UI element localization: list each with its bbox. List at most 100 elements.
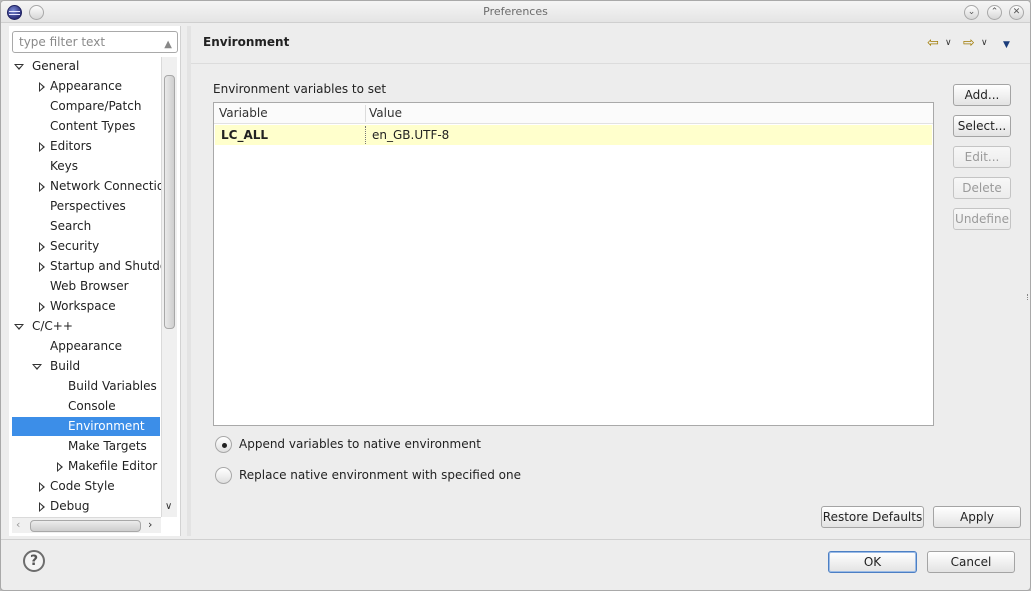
expand-icon[interactable] <box>39 82 45 92</box>
tree-item[interactable]: Make Targets <box>12 437 160 456</box>
expand-icon[interactable] <box>39 262 45 272</box>
tree-item-label: Environment <box>68 419 145 433</box>
replace-option-label: Replace native environment with specifie… <box>239 468 521 482</box>
filter-input[interactable]: type filter text ▲ <box>12 31 178 53</box>
header-separator <box>191 63 1030 64</box>
back-dropdown-icon[interactable]: ∨ <box>945 38 952 48</box>
tree-item[interactable]: Debug <box>12 497 160 516</box>
tree-item-label: Editors <box>50 139 92 153</box>
preference-tree: General Appearance Compare/Patch Content Ty… <box>9 57 161 517</box>
table-row[interactable]: LC_ALL en_GB.UTF-8 <box>215 125 932 145</box>
minimize-button[interactable]: ⌄ <box>964 5 979 20</box>
delete-button[interactable]: Delete <box>953 177 1011 199</box>
collapse-icon[interactable] <box>14 64 24 70</box>
replace-radio[interactable] <box>215 467 232 484</box>
tree-item[interactable]: Makefile Editor <box>12 457 160 476</box>
forward-arrow-icon[interactable]: ⇨ <box>963 35 975 55</box>
expand-icon[interactable] <box>39 502 45 512</box>
add-button[interactable]: Add... <box>953 84 1011 106</box>
select-button[interactable]: Select... <box>953 115 1011 137</box>
tree-item[interactable]: C/C++ <box>12 317 160 336</box>
tree-item-label: Build Variables <box>68 379 157 393</box>
tree-vertical-scrollbar[interactable]: ∨ <box>161 57 177 517</box>
ok-button[interactable]: OK <box>828 551 917 573</box>
tree-item[interactable]: Workspace <box>12 297 160 316</box>
env-variables-table[interactable]: Variable Value LC_ALL en_GB.UTF-8 <box>213 102 934 426</box>
tree-item-label: Web Browser <box>50 279 129 293</box>
append-option-label: Append variables to native environment <box>239 437 481 451</box>
cancel-button[interactable]: Cancel <box>927 551 1015 573</box>
tree-horizontal-scrollbar[interactable]: ‹ › <box>12 517 161 533</box>
tree-item[interactable]: Build <box>12 357 160 376</box>
tree-item-label: Appearance <box>50 339 123 353</box>
tree-horizontal-scroll-thumb[interactable] <box>30 520 141 532</box>
tree-item-label: Content Types <box>50 119 136 133</box>
tree-item-label: Network Connections <box>50 179 161 193</box>
tree-item-label: Compare/Patch <box>50 99 142 113</box>
tree-item[interactable]: Build Variables <box>12 377 160 396</box>
column-header-value[interactable]: Value <box>369 106 402 120</box>
tree-item[interactable]: Code Style <box>12 477 160 496</box>
tree-item[interactable]: Compare/Patch <box>12 97 160 116</box>
tree-item[interactable]: Editors <box>12 137 160 156</box>
back-arrow-icon[interactable]: ⇦ <box>927 35 939 55</box>
tree-item-label: Keys <box>50 159 79 173</box>
apply-button[interactable]: Apply <box>933 506 1021 528</box>
expand-icon[interactable] <box>39 242 45 252</box>
tree-item-label: Security <box>50 239 100 253</box>
tree-item[interactable]: Keys <box>12 157 160 176</box>
scroll-down-icon[interactable]: ∨ <box>165 501 172 512</box>
title-bar: Preferences ⌄ ⌃ ✕ <box>1 1 1030 23</box>
append-radio[interactable] <box>215 436 232 453</box>
view-menu-icon[interactable]: ▼ <box>1003 40 1010 50</box>
forward-dropdown-icon[interactable]: ∨ <box>981 38 988 48</box>
tree-item[interactable]: Perspectives <box>12 197 160 216</box>
tree-item[interactable]: Web Browser <box>12 277 160 296</box>
tree-item[interactable]: Console <box>12 397 160 416</box>
tree-item-label: Code Style <box>50 479 115 493</box>
undefine-button[interactable]: Undefine <box>953 208 1011 230</box>
page-title: Environment <box>203 35 290 49</box>
tree-item[interactable]: General <box>12 57 160 76</box>
tree-item-label: Perspectives <box>50 199 126 213</box>
tree-item[interactable]: Environment <box>12 417 160 436</box>
tree-vertical-scroll-thumb[interactable] <box>164 75 175 329</box>
restore-defaults-button[interactable]: Restore Defaults <box>821 506 924 528</box>
expand-icon[interactable] <box>39 142 45 152</box>
edit-button[interactable]: Edit... <box>953 146 1011 168</box>
tree-item[interactable]: Startup and Shutdown <box>12 257 161 276</box>
scroll-left-icon[interactable]: ‹ <box>16 518 20 531</box>
pane-divider[interactable] <box>187 26 191 536</box>
tree-item-label: General <box>32 59 80 73</box>
expand-icon[interactable] <box>39 482 45 492</box>
expand-icon[interactable] <box>39 182 45 192</box>
tree-item[interactable]: Search <box>12 217 160 236</box>
tree-item[interactable]: Appearance <box>12 77 160 96</box>
expand-icon[interactable] <box>39 302 45 312</box>
tree-item-label: C/C++ <box>32 319 73 333</box>
tree-item[interactable]: Content Types <box>12 117 160 136</box>
column-header-variable[interactable]: Variable <box>219 106 268 120</box>
expand-icon[interactable] <box>57 462 63 472</box>
filter-placeholder: type filter text <box>19 35 106 49</box>
env-section-label: Environment variables to set <box>213 82 387 96</box>
scroll-right-icon[interactable]: › <box>148 518 152 531</box>
close-button[interactable]: ✕ <box>1009 5 1024 20</box>
tree-item-label: Debug <box>50 499 90 513</box>
help-icon[interactable]: ? <box>23 550 45 572</box>
cell-separator <box>365 126 366 144</box>
tree-item[interactable]: Appearance <box>12 337 160 356</box>
row-value-cell: en_GB.UTF-8 <box>372 128 450 142</box>
resize-grip[interactable] <box>1027 294 1029 300</box>
clear-filter-icon[interactable]: ▲ <box>164 35 172 55</box>
table-header: Variable Value <box>214 103 933 124</box>
tree-item-label: Makefile Editor <box>68 459 158 473</box>
tree-item-label: Workspace <box>50 299 116 313</box>
maximize-button[interactable]: ⌃ <box>987 5 1002 20</box>
tree-item-label: Console <box>68 399 116 413</box>
collapse-icon[interactable] <box>32 364 42 370</box>
tree-item[interactable]: Network Connections <box>12 177 161 196</box>
tree-item[interactable]: Security <box>12 237 160 256</box>
collapse-icon[interactable] <box>14 324 24 330</box>
row-variable-cell: LC_ALL <box>221 128 269 142</box>
